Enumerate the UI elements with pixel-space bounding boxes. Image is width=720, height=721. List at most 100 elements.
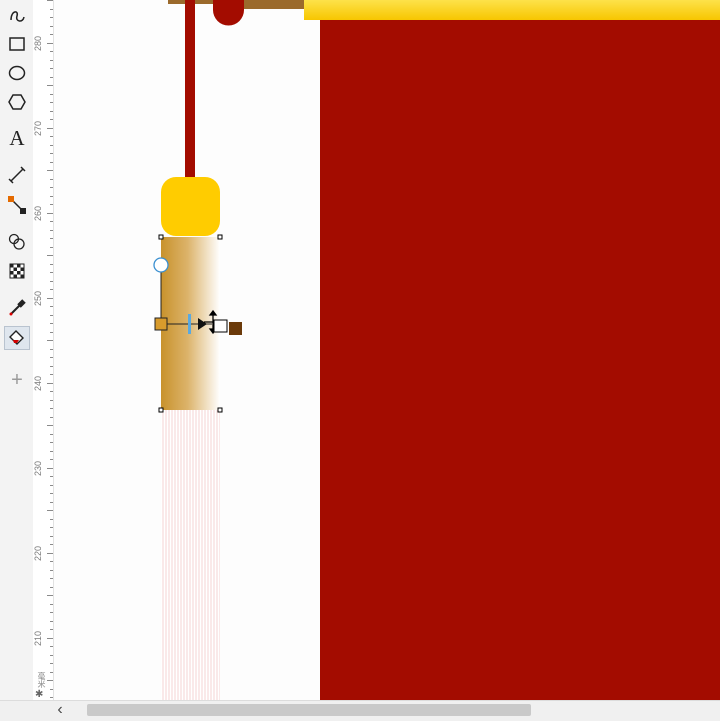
hexagon-icon [8, 94, 26, 110]
fill-midpoint-slider [188, 314, 191, 334]
ruler-tick [47, 382, 53, 384]
ruler-tick [50, 433, 53, 435]
ellipse-icon [8, 65, 26, 81]
ruler-tick [50, 238, 53, 239]
ruler-tick [50, 25, 53, 27]
ruler-tick [50, 365, 53, 367]
ruler-tick [50, 569, 53, 571]
ruler-tick [50, 688, 53, 690]
ruler-tick [50, 620, 53, 622]
ruler-tick [50, 280, 53, 282]
ruler-tick [50, 586, 53, 588]
eyedropper-tool[interactable] [4, 296, 30, 320]
ruler-tick [50, 323, 53, 324]
ruler-tick [50, 195, 53, 197]
eyedropper-icon [9, 299, 26, 316]
rectangle-tool[interactable] [4, 32, 30, 56]
checkerboard-icon [9, 263, 25, 279]
ruler-tick [50, 450, 53, 452]
ruler-tick [47, 425, 53, 426]
scroll-thumb[interactable] [87, 704, 531, 716]
ruler-tick [47, 212, 53, 214]
polygon-tool[interactable] [4, 90, 30, 114]
vertical-ruler[interactable]: 280 270 260 250 240 230 220 210 ✱ 毫米 [33, 0, 54, 700]
transparency-tool[interactable] [4, 259, 30, 283]
ruler-tick [50, 603, 53, 605]
ruler-tick [50, 161, 53, 163]
blend-tool[interactable] [4, 230, 30, 254]
ruler-tick [50, 408, 53, 409]
fill-start-node [154, 317, 168, 331]
ruler-tick [50, 331, 53, 333]
rectangle-icon [9, 37, 25, 51]
ruler-tick [47, 637, 53, 639]
ruler-tick [50, 178, 53, 180]
text-tool[interactable]: A [4, 126, 30, 150]
horizontal-scrollbar[interactable]: ‹ [0, 700, 720, 721]
ellipse-tool[interactable] [4, 61, 30, 85]
freehand-tool[interactable] [4, 4, 30, 28]
ruler-tick [47, 297, 53, 299]
gold-scroll-bar [304, 0, 720, 20]
top-rod-right [244, 0, 306, 9]
connector-icon [8, 196, 26, 214]
parallel-dimension-tool[interactable] [4, 163, 30, 187]
ruler-label: 210 [33, 630, 43, 646]
ruler-tick [50, 399, 53, 401]
interactive-fill-tool[interactable] [4, 326, 30, 350]
ruler-tick [50, 17, 53, 18]
ruler-tick [50, 501, 53, 503]
ruler-tick [50, 612, 53, 613]
ruler-tick [50, 221, 53, 222]
ruler-label: 260 [33, 205, 43, 221]
ruler-tick [50, 153, 53, 154]
ruler-label: 230 [33, 460, 43, 476]
ruler-tick [50, 578, 53, 579]
ruler-tick [50, 34, 53, 35]
ruler-tick [50, 535, 53, 537]
dimension-line-icon [8, 166, 26, 184]
ruler-label: 240 [33, 375, 43, 391]
ruler-corner-symbol: ✱ [35, 689, 44, 700]
ruler-tick [50, 289, 53, 290]
ruler-tick [50, 348, 53, 350]
drawing-canvas[interactable] [54, 0, 720, 700]
ruler-tick [50, 374, 53, 375]
fill-end-node [229, 322, 242, 335]
text-a-icon: A [9, 126, 25, 150]
ruler-tick [50, 272, 53, 273]
add-tool[interactable]: + [4, 368, 30, 392]
tassel-cord [185, 0, 195, 180]
ruler-tick [50, 76, 53, 78]
ruler-tick [47, 170, 53, 171]
connector-tool[interactable] [4, 193, 30, 217]
fill-angle-handle [153, 257, 169, 273]
ruler-tick [50, 59, 53, 61]
ruler-unit-label: 毫米 [37, 672, 46, 688]
ruler-tick [50, 484, 53, 486]
freehand-curve-icon [10, 11, 25, 22]
ruler-tick [50, 654, 53, 656]
tassel-knot [161, 177, 220, 236]
ruler-tick [50, 136, 53, 137]
toolbox: A + [0, 0, 34, 720]
ruler-tick [50, 527, 53, 528]
plus-icon: + [11, 369, 23, 391]
ruler-tick [50, 391, 53, 392]
scroll-left-button[interactable]: ‹ [53, 700, 67, 720]
ruler-tick [50, 263, 53, 265]
ruler-tick [50, 51, 53, 52]
ruler-tick [50, 629, 53, 630]
ruler-tick [50, 306, 53, 307]
ruler-tick [50, 459, 53, 460]
artwork[interactable] [54, 0, 720, 700]
ruler-tick [50, 119, 53, 120]
ruler-tick [50, 102, 53, 103]
ruler-tick [50, 204, 53, 205]
ruler-tick [47, 552, 53, 554]
ruler-tick [47, 127, 53, 129]
ruler-tick [50, 646, 53, 647]
ruler-tick [47, 680, 53, 681]
ruler-tick [50, 246, 53, 248]
ruler-tick [50, 518, 53, 520]
